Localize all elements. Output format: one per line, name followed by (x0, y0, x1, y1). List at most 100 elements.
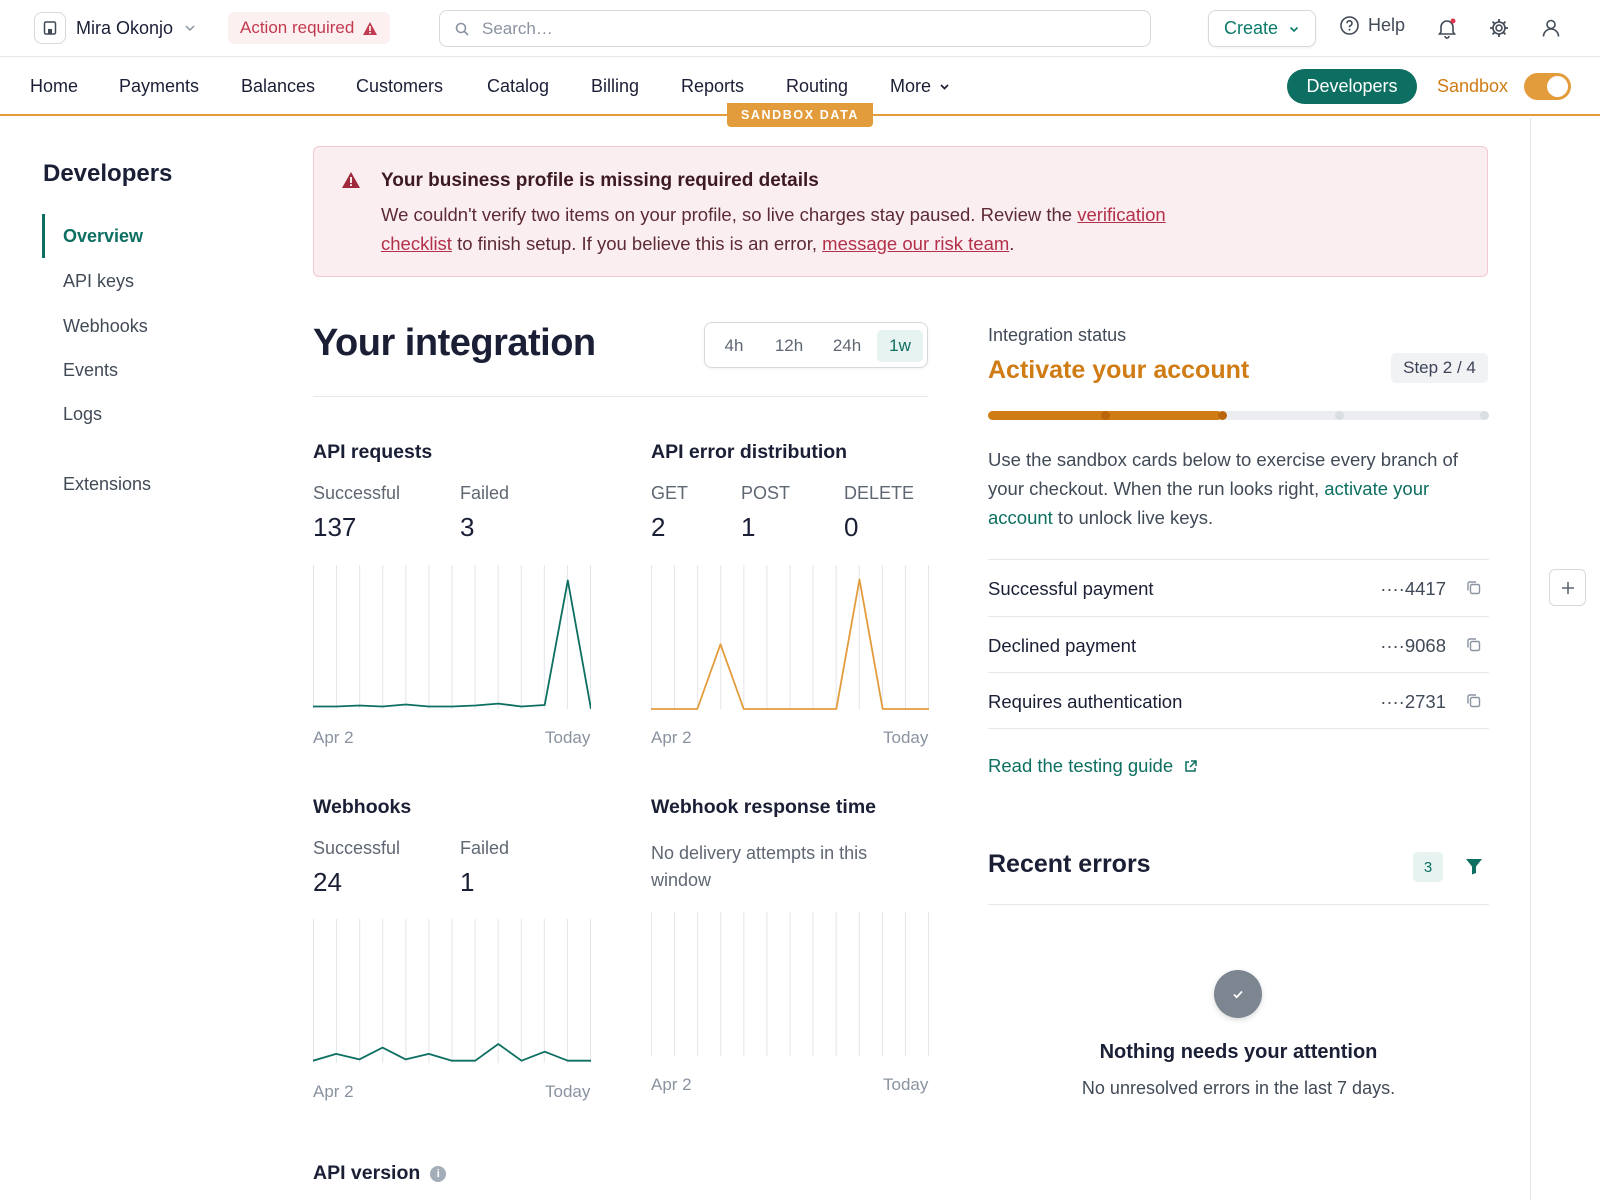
sidebar-item-extensions[interactable]: Extensions (63, 474, 151, 495)
banner-text: to finish setup. If you believe this is … (451, 233, 823, 254)
chevron-down-icon (185, 25, 195, 32)
add-widget-button[interactable] (1549, 569, 1586, 606)
chevron-down-icon (940, 84, 949, 90)
testing-guide-link[interactable]: Read the testing guide (988, 755, 1198, 777)
settings-button[interactable] (1486, 15, 1512, 41)
help-icon (1340, 16, 1359, 35)
business-icon (34, 12, 66, 44)
banner-text: . (1009, 233, 1015, 254)
stat-value: 0 (844, 512, 859, 542)
gear-icon (1490, 19, 1508, 37)
testing-guide-label: Read the testing guide (988, 755, 1174, 776)
profile-warning-banner: Your business profile is missing require… (313, 146, 1488, 277)
search-input[interactable] (482, 18, 1122, 39)
chevron-down-icon (1289, 26, 1299, 32)
sandbox-label: Sandbox (1437, 76, 1509, 96)
warning-icon (363, 21, 378, 35)
empty-state-subtitle: No unresolved errors in the last 7 days. (1081, 1078, 1396, 1098)
api-requests-chart[interactable] (313, 565, 591, 715)
bell-icon (1437, 18, 1457, 39)
x-axis-end: Today (883, 728, 929, 747)
sidebar-item-events[interactable]: Events (63, 360, 118, 381)
nav-billing[interactable]: Billing (591, 76, 639, 97)
plus-icon (1561, 581, 1574, 594)
api-version-header: API version i (313, 1162, 447, 1185)
nav-balances[interactable]: Balances (241, 76, 315, 97)
search-bar[interactable] (439, 10, 1151, 47)
help-button[interactable]: Help (1339, 15, 1405, 36)
empty-state-title: Nothing needs your attention (1099, 1041, 1378, 1063)
recent-errors-title: Recent errors (988, 850, 1151, 878)
risk-team-link[interactable]: message our risk team (822, 233, 1009, 254)
nav-more[interactable]: More (890, 76, 950, 97)
progress-step-dot (1100, 411, 1110, 420)
stat-value: 1 (741, 512, 756, 542)
x-axis-start: Apr 2 (313, 728, 354, 747)
sandbox-toggle[interactable] (1524, 73, 1571, 100)
test-card-row: Successful payment ····4417 (988, 559, 1489, 616)
range-4h[interactable]: 4h (713, 330, 755, 362)
nav-catalog[interactable]: Catalog (487, 76, 549, 97)
developers-button[interactable]: Developers (1287, 69, 1417, 104)
x-axis-end: Today (545, 728, 591, 747)
search-icon (455, 22, 469, 36)
user-icon (1542, 19, 1560, 37)
time-range-selector: 4h 12h 24h 1w (704, 322, 928, 368)
sidebar-item-logs[interactable]: Logs (63, 404, 102, 425)
range-12h[interactable]: 12h (763, 330, 815, 362)
nav-reports[interactable]: Reports (681, 76, 744, 97)
banner-title: Your business profile is missing require… (381, 170, 819, 191)
banner-text: We couldn't verify two items on your pro… (381, 204, 1078, 225)
webhook-response-chart[interactable] (651, 912, 929, 1062)
nav-payments[interactable]: Payments (119, 76, 199, 97)
copy-icon[interactable] (1465, 636, 1483, 654)
filter-icon[interactable] (1463, 855, 1485, 877)
action-required-label: Action required (240, 18, 355, 37)
external-link-icon (1185, 759, 1197, 772)
nav-more-label: More (890, 76, 932, 96)
create-label: Create (1223, 18, 1279, 38)
divider (988, 728, 1489, 729)
nav-routing[interactable]: Routing (786, 76, 848, 97)
copy-icon[interactable] (1465, 579, 1483, 597)
account-name: Mira Okonjo (76, 17, 174, 38)
api-errors-title: API error distribution (651, 441, 848, 463)
integration-status-label: Integration status (988, 325, 1127, 345)
api-version-title: API version (313, 1162, 421, 1184)
nav-home[interactable]: Home (30, 76, 78, 97)
create-button[interactable]: Create (1208, 10, 1316, 47)
stat-value: 24 (313, 867, 342, 897)
account-switcher[interactable]: Mira Okonjo (34, 12, 197, 44)
sidebar-item-api-keys[interactable]: API keys (63, 271, 134, 292)
sidebar-item-webhooks[interactable]: Webhooks (63, 316, 148, 337)
stat-value: 1 (460, 867, 475, 897)
info-icon[interactable]: i (430, 1165, 447, 1182)
stat-label: POST (741, 483, 791, 503)
desc-text: to unlock live keys. (1052, 507, 1214, 528)
empty-state-text: No delivery attempts in this window (651, 843, 868, 890)
divider (988, 904, 1489, 905)
stat-label: GET (651, 483, 689, 503)
integration-title: Your integration (313, 322, 596, 364)
api-errors-chart[interactable] (651, 565, 929, 715)
activate-account-title: Activate your account (988, 356, 1250, 384)
range-24h[interactable]: 24h (821, 330, 873, 362)
banner-body: We couldn't verify two items on your pro… (381, 200, 1241, 258)
x-axis-start: Apr 2 (651, 1075, 692, 1094)
sidebar-item-overview[interactable]: Overview (63, 226, 143, 247)
range-1w[interactable]: 1w (877, 330, 923, 362)
nav-customers[interactable]: Customers (356, 76, 443, 97)
profile-button[interactable] (1538, 15, 1564, 41)
webhooks-title: Webhooks (313, 796, 412, 818)
sidebar-active-indicator (42, 214, 45, 258)
sandbox-data-tag: SANDBOX DATA (727, 103, 873, 127)
copy-icon[interactable] (1465, 692, 1483, 710)
notifications-button[interactable] (1434, 15, 1460, 41)
test-card-name: Declined payment (988, 635, 1137, 656)
action-required-badge[interactable]: Action required (228, 12, 391, 44)
stat-label: Failed (460, 838, 510, 858)
api-requests-title: API requests (313, 441, 433, 463)
test-card-number: ····2731 (1380, 691, 1446, 712)
webhooks-chart[interactable] (313, 919, 591, 1069)
divider (313, 396, 928, 397)
